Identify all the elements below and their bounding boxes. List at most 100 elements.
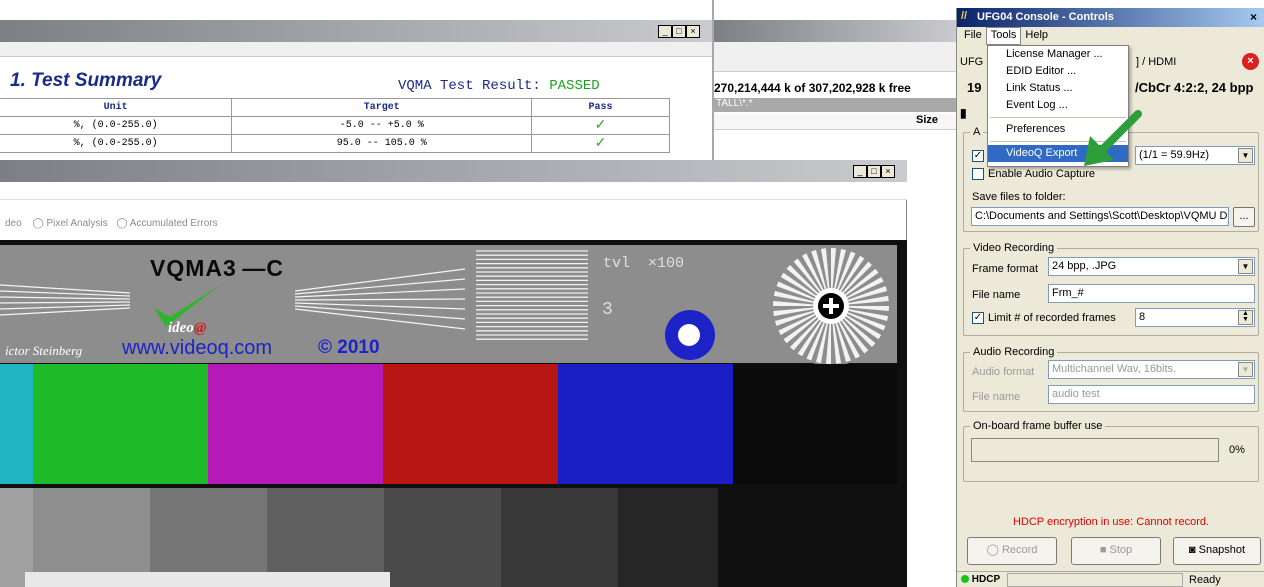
green-arrow-icon	[1084, 110, 1142, 166]
camera-icon: ◙	[1188, 544, 1196, 556]
col-target: Target	[231, 98, 533, 117]
browse-button[interactable]: ...	[1233, 207, 1255, 227]
report-toolbar	[0, 42, 712, 57]
hdcp-warning: HDCP encryption in use: Cannot record.	[1012, 516, 1210, 528]
resolution-wedge-left	[0, 284, 130, 316]
pass-check-icon: ✓	[531, 134, 670, 153]
chevron-down-icon[interactable]: ▼	[1238, 362, 1253, 377]
console-titlebar: // UFG04 Console - Controls ×	[957, 8, 1264, 27]
summary-table: Unit Target Pass %, (0.0-255.0) -5.0 -- …	[0, 98, 670, 153]
menu-item-license-manager[interactable]: License Manager ...	[988, 46, 1128, 63]
col-pass: Pass	[531, 98, 670, 117]
snapshot-button[interactable]: ◙ Snapshot	[1173, 537, 1261, 565]
hdcp-status: HDCP	[961, 574, 1000, 585]
maximize-icon[interactable]: □	[672, 25, 686, 38]
explorer-path-bar: TALL\*.*	[714, 98, 958, 112]
save-folder-input[interactable]: C:\Documents and Settings\Scott\Desktop\…	[971, 207, 1229, 226]
buffer-progress-bar	[971, 438, 1219, 462]
enable-audio-row[interactable]: Enable Audio Capture	[972, 168, 1095, 181]
starburst-target	[771, 246, 891, 366]
menu-help[interactable]: Help	[1021, 27, 1052, 45]
audio-file-input[interactable]: audio test	[1048, 385, 1255, 404]
limit-frames-row[interactable]: ✓ Limit # of recorded frames	[972, 312, 1116, 325]
test-result-label: VQMA Test Result:	[398, 78, 541, 94]
maximize-icon[interactable]: □	[867, 165, 881, 178]
pattern-header-band: VQMA3 —C tvl ×100 3 ideo@ ictor Steinber…	[0, 245, 897, 366]
free-space-text: 270,214,444 k of 307,202,928 k free	[714, 81, 911, 95]
gray-bar	[501, 488, 618, 587]
pattern-author: ictor Steinberg	[5, 343, 83, 358]
menubar: File Tools Help	[957, 27, 1264, 45]
test-result-value: PASSED	[549, 78, 600, 94]
videoq-logo-text: ideo@	[168, 320, 207, 336]
file-name-label: File name	[972, 289, 1021, 301]
explorer-titlebar	[714, 20, 958, 42]
pattern-website: www.videoq.com	[122, 337, 273, 359]
color-bar	[208, 364, 383, 484]
color-bar	[383, 364, 558, 484]
blue-circle	[665, 310, 715, 360]
save-folder-label: Save files to folder:	[972, 191, 1066, 203]
table-row: %, (0.0-255.0) -5.0 -- +5.0 % ✓	[0, 116, 670, 135]
menu-item-link-status[interactable]: Link Status ...	[988, 80, 1128, 97]
report-heading: 1. Test Summary	[10, 70, 162, 91]
ready-status: Ready	[1189, 574, 1221, 586]
explorer-window: 270,214,444 k of 307,202,928 k free TALL…	[712, 0, 958, 160]
close-icon[interactable]: ×	[1250, 10, 1257, 24]
save-icon[interactable]: ▮	[960, 106, 967, 120]
pattern-copyright: © 2010	[318, 337, 380, 358]
test-pattern: VQMA3 —C tvl ×100 3 ideo@ ictor Steinber…	[0, 240, 907, 587]
audio-file-label: File name	[972, 391, 1021, 403]
error-icon[interactable]: ×	[1242, 53, 1259, 70]
status-bar: HDCP Ready	[957, 571, 1264, 587]
col-unit: Unit	[0, 98, 233, 117]
table-row: %, (0.0-255.0) 95.0 -- 105.0 % ✓	[0, 134, 670, 153]
menu-file[interactable]: File	[960, 27, 986, 45]
menu-tools[interactable]: Tools	[985, 27, 1022, 45]
color-bars	[0, 364, 897, 484]
buffer-percent: 0%	[1229, 444, 1245, 456]
frame-format-select[interactable]: 24 bpp, .JPG ▼	[1048, 257, 1255, 276]
analysis-mode-radios: deo ◯ Pixel Analysis ◯ Accumulated Error…	[5, 218, 218, 229]
limit-frames-input[interactable]: 8 ▲ ▼	[1135, 308, 1255, 327]
analyzer-window: _ □ × deo ◯ Pixel Analysis ◯ Accumulated…	[0, 160, 907, 587]
gray-bar	[618, 488, 718, 587]
report-titlebar	[0, 20, 712, 42]
tvl-label: tvl ×100	[603, 255, 685, 272]
chevron-down-icon[interactable]: ▼	[1238, 259, 1253, 274]
color-bar	[733, 364, 897, 484]
checkbox-enable-audio[interactable]	[972, 168, 984, 181]
audio-format-select[interactable]: Multichannel Wav, 16bits. ▼	[1048, 360, 1255, 379]
audio-format-label: Audio format	[972, 366, 1035, 378]
close-icon[interactable]: ×	[686, 25, 700, 38]
minimize-icon[interactable]: _	[853, 165, 867, 178]
color-bar	[33, 364, 208, 484]
frame-format-label: Frame format	[972, 263, 1039, 275]
app-icon: //	[961, 10, 968, 22]
close-icon[interactable]: ×	[881, 165, 895, 178]
analyzer-titlebar	[0, 160, 907, 182]
size-column-header[interactable]: Size	[714, 114, 958, 130]
menu-item-edid-editor[interactable]: EDID Editor ...	[988, 63, 1128, 80]
console-title: UFG04 Console - Controls	[977, 11, 1114, 23]
pattern-name: VQMA3 —C	[150, 255, 285, 281]
line-block	[476, 248, 588, 343]
resolution-wedge-center	[295, 268, 465, 330]
color-bar	[0, 364, 33, 484]
file-name-input[interactable]: Frm_#	[1048, 284, 1255, 303]
color-bar	[558, 364, 733, 484]
chevron-down-icon[interactable]: ▼	[1238, 148, 1253, 163]
gray-bar	[384, 488, 501, 587]
record-button[interactable]: ◯ Record	[967, 537, 1057, 565]
checkbox-limit-frames[interactable]: ✓	[972, 312, 984, 325]
status-led-icon	[961, 575, 969, 584]
report-window: _ □ × 1. Test Summary VQMA Test Result: …	[0, 0, 712, 160]
tvl-value: 3	[602, 300, 613, 320]
stop-button[interactable]: ■ Stop	[1071, 537, 1161, 565]
minimize-icon[interactable]: _	[658, 25, 672, 38]
radio-accumulated-errors[interactable]: ◯ Accumulated Errors	[116, 218, 217, 229]
checkbox-capture[interactable]: ✓	[972, 150, 988, 163]
spinner-icon[interactable]: ▲ ▼	[1238, 310, 1253, 325]
rate-select[interactable]: (1/1 = 59.9Hz) ▼	[1135, 146, 1255, 165]
radio-pixel-analysis[interactable]: ◯ Pixel Analysis	[32, 218, 107, 229]
